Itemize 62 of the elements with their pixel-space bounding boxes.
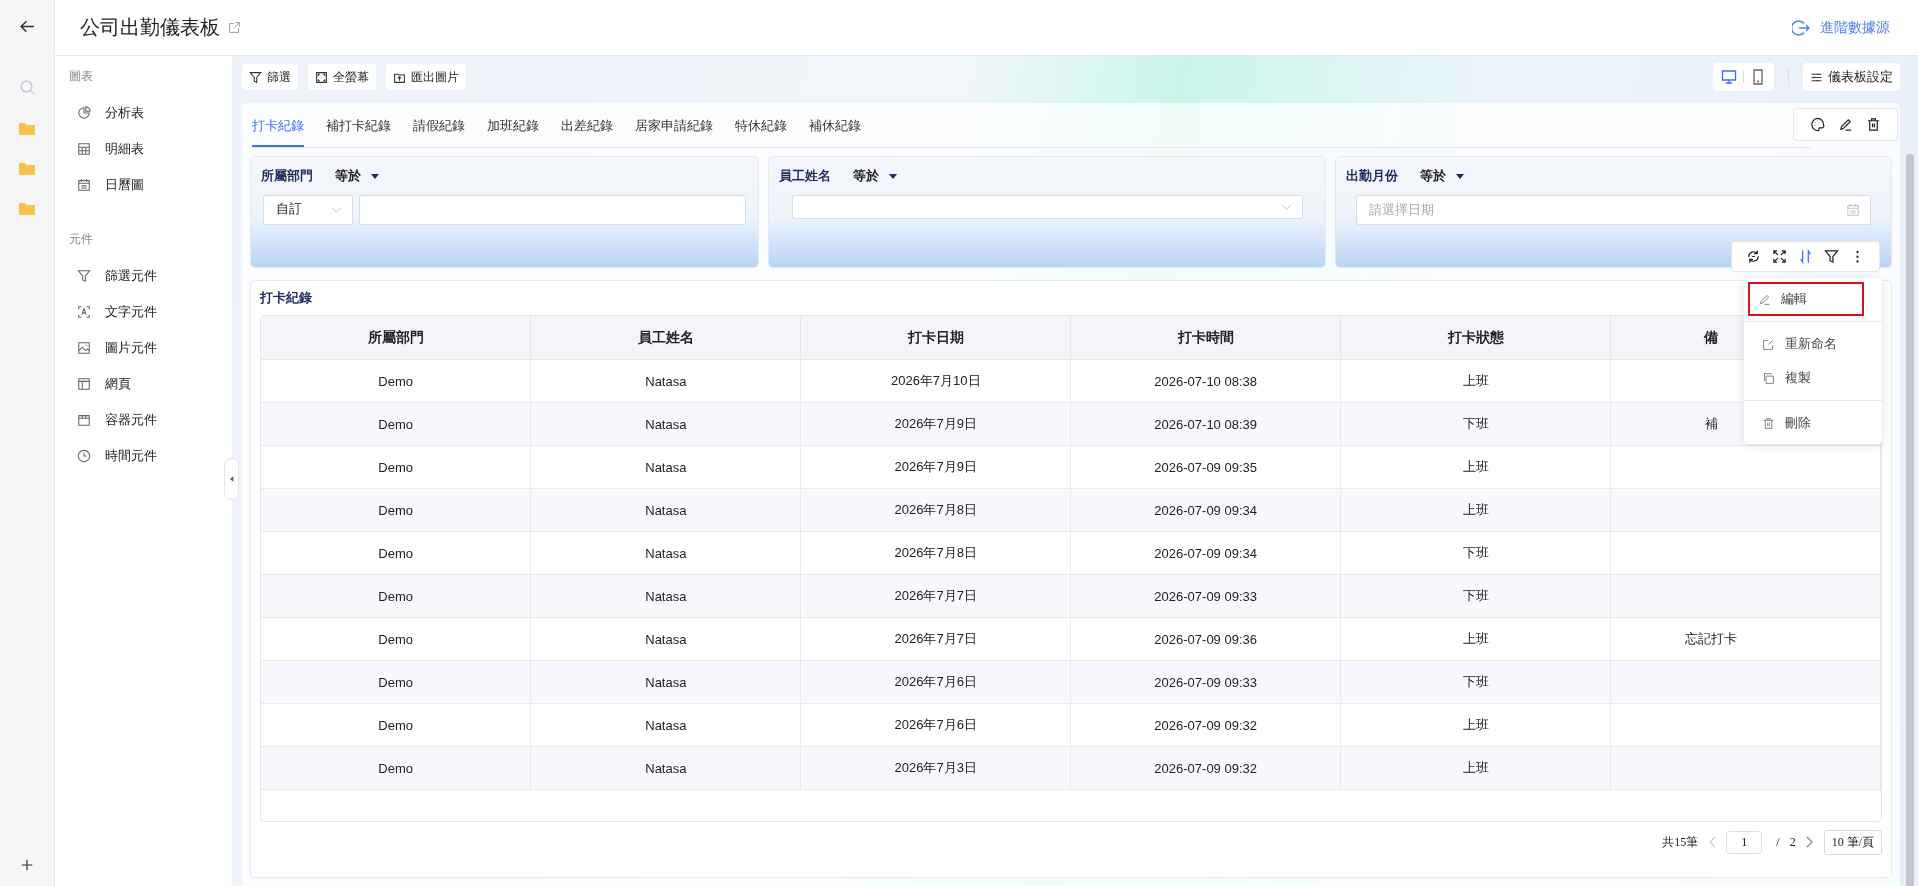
table-cell: 2026年7月6日 [894, 674, 977, 689]
table-cell: Natasa [645, 373, 687, 389]
table-cell: Demo [378, 545, 414, 561]
table-cell: Demo [378, 416, 414, 432]
table-cell: 2026-07-09 09:35 [1154, 459, 1257, 475]
table-cell: Natasa [645, 588, 687, 604]
table-cell: 2026年7月9日 [894, 416, 977, 431]
table-cell: 忘記打卡 [1685, 631, 1737, 646]
table-cell: Natasa [645, 674, 687, 690]
table-cell: 2026-07-10 08:39 [1154, 416, 1257, 432]
table-cell: 下班 [1462, 545, 1489, 560]
table-cell: 2026年7月8日 [894, 545, 977, 560]
table-cell: Natasa [645, 631, 687, 647]
table-cell: 2026-07-09 09:32 [1154, 760, 1257, 776]
table-cell: 下班 [1462, 588, 1489, 603]
filter-label: 員工姓名 [778, 167, 831, 185]
table-cell: 上班 [1462, 631, 1489, 646]
filter-label: 出勤月份 [1345, 167, 1398, 185]
table-cell: 下班 [1462, 674, 1489, 689]
table-cell: 上班 [1462, 760, 1489, 775]
dashboard-title: 公司出勤儀表板 [80, 15, 220, 40]
table-cell: Demo [378, 502, 414, 518]
table-cell: Demo [378, 459, 414, 475]
total-count: 共15筆 [1662, 833, 1699, 851]
table-cell: 2026-07-09 09:36 [1154, 631, 1257, 647]
table-cell: 2026年7月7日 [894, 588, 977, 603]
filter-label: 所屬部門 [261, 167, 313, 185]
page-count: 2 [1789, 834, 1796, 850]
table-cell: 上班 [1462, 717, 1489, 732]
table-cell: 2026-07-09 09:33 [1154, 588, 1257, 604]
table-cell: Natasa [645, 760, 687, 776]
table-cell: Demo [378, 631, 414, 647]
section-heading: 元件 [69, 231, 94, 248]
table-cell: Natasa [645, 717, 687, 733]
table-cell: 2026-07-09 09:34 [1154, 502, 1257, 518]
table-cell: Demo [378, 674, 414, 690]
table-cell: 2026年7月6日 [894, 717, 977, 732]
table-cell: 上班 [1462, 373, 1489, 388]
table-cell: 2026-07-09 09:34 [1154, 545, 1257, 561]
table-cell: 上班 [1462, 459, 1489, 474]
section-heading: 圖表 [69, 68, 94, 85]
table-cell: 2026年7月9日 [894, 459, 977, 474]
table-cell: 2026-07-09 09:32 [1154, 717, 1257, 733]
page-separator: / [1776, 834, 1780, 850]
table-cell: 上班 [1462, 502, 1489, 517]
table-cell: Natasa [645, 502, 687, 518]
table-cell: Demo [378, 588, 414, 604]
table-cell: 2026年7月8日 [894, 502, 977, 517]
table-cell: 2026年7月10日 [890, 373, 981, 388]
widget-title: 打卡紀錄 [260, 289, 312, 307]
table-cell: Natasa [645, 416, 687, 432]
table-cell: Natasa [645, 545, 687, 561]
table-cell: 2026-07-09 09:33 [1154, 674, 1257, 690]
table-cell: Natasa [645, 459, 687, 475]
table-cell: 補 [1704, 416, 1718, 431]
table-cell: 下班 [1462, 416, 1489, 431]
table-cell: Demo [378, 760, 414, 776]
table-cell: 2026年7月7日 [894, 631, 977, 646]
table-cell: 2026年7月3日 [894, 760, 977, 775]
table-cell: Demo [378, 373, 414, 389]
table-cell: 2026-07-10 08:38 [1154, 373, 1257, 389]
table-cell: Demo [378, 717, 414, 733]
